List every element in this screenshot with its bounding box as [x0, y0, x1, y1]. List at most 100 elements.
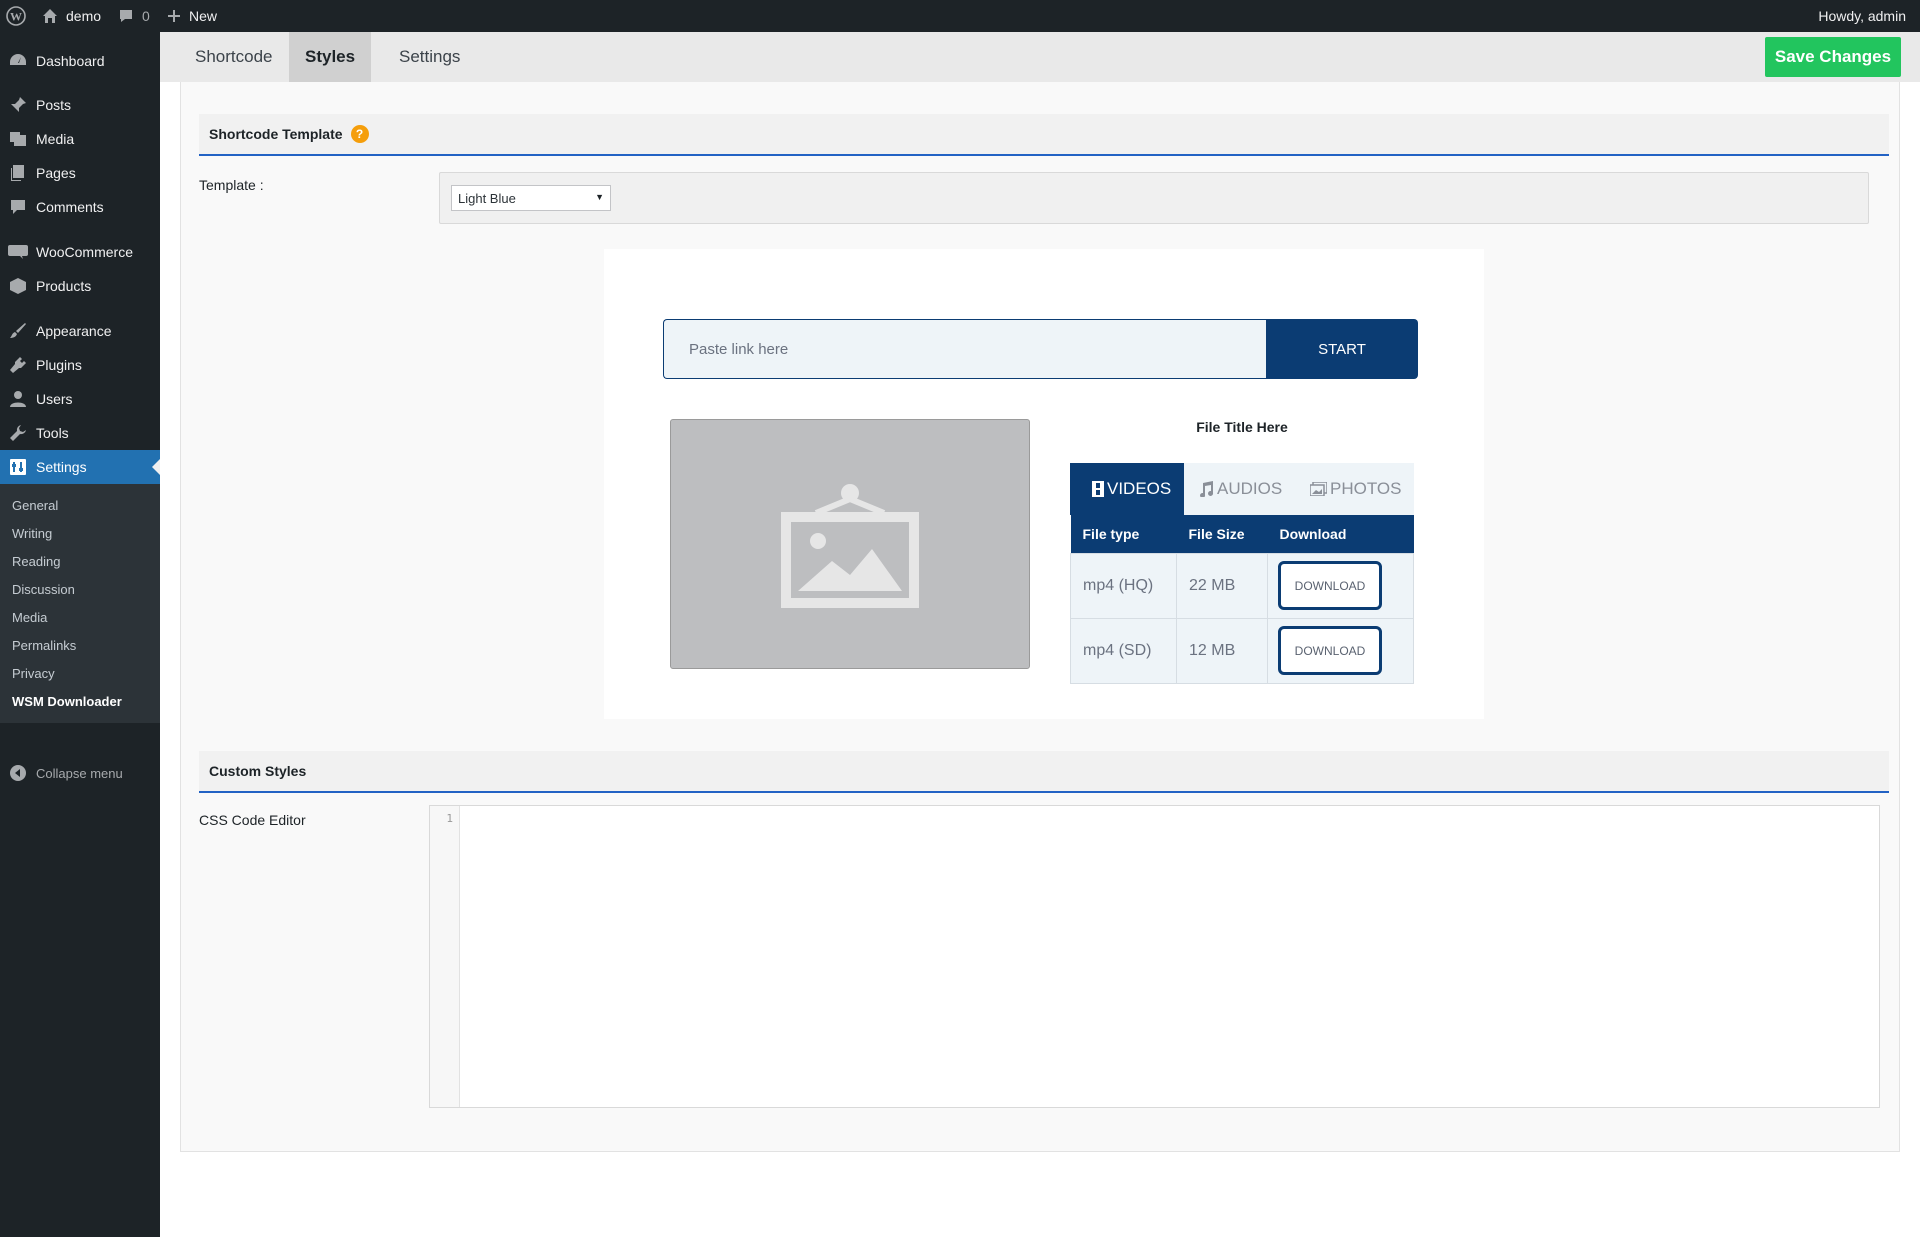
download-button[interactable]: DOWNLOAD — [1278, 561, 1382, 610]
admin-sidebar: Dashboard Posts Media Pages Comments Woo… — [0, 32, 160, 1237]
submenu-item-writing[interactable]: Writing — [0, 519, 160, 547]
photo-icon — [1310, 482, 1327, 496]
tab-videos[interactable]: VIDEOS — [1070, 463, 1184, 515]
css-editor-label: CSS Code Editor — [199, 812, 306, 828]
sidebar-item-pages[interactable]: Pages — [0, 156, 160, 190]
sidebar-item-label: Tools — [36, 425, 69, 441]
sidebar-item-dashboard[interactable]: Dashboard — [0, 44, 160, 78]
sidebar-item-media[interactable]: Media — [0, 122, 160, 156]
table-header-row: File type File Size Download — [1070, 515, 1414, 553]
file-type-cell: mp4 (SD) — [1070, 617, 1177, 684]
column-header-file-type: File type — [1070, 515, 1177, 553]
tab-audios[interactable]: AUDIOS — [1198, 463, 1282, 515]
comment-icon — [120, 10, 132, 22]
sidebar-item-plugins[interactable]: Plugins — [0, 348, 160, 382]
site-name: demo — [66, 8, 102, 24]
woo-icon — [0, 245, 36, 259]
section-title: Shortcode Template — [209, 126, 343, 142]
submenu-item-privacy[interactable]: Privacy — [0, 659, 160, 687]
film-icon — [1092, 481, 1104, 497]
submenu-item-general[interactable]: General — [0, 491, 160, 519]
account-menu[interactable]: Howdy, admin — [1818, 0, 1906, 32]
download-table: File type File Size Download mp4 (HQ) 22… — [1070, 515, 1414, 684]
plug-icon — [0, 356, 36, 374]
submenu-item-discussion[interactable]: Discussion — [0, 575, 160, 603]
column-header-file-size: File Size — [1176, 515, 1268, 553]
sidebar-item-label: Users — [36, 391, 73, 407]
comments-link[interactable]: 0 — [118, 0, 150, 32]
template-select-value: Light Blue — [458, 190, 516, 206]
section-title: Custom Styles — [209, 763, 307, 779]
admin-bar: W demo 0 New Howdy, admin — [0, 0, 1920, 32]
submenu-item-media[interactable]: Media — [0, 603, 160, 631]
sidebar-item-tools[interactable]: Tools — [0, 416, 160, 450]
column-header-download: Download — [1267, 515, 1414, 553]
submenu-item-wsm-downloader[interactable]: WSM Downloader — [0, 687, 160, 715]
settings-icon — [0, 459, 36, 475]
line-number-gutter: 1 — [430, 806, 460, 1107]
tab-styles[interactable]: Styles — [289, 32, 372, 82]
sidebar-item-settings[interactable]: Settings — [0, 450, 160, 484]
site-name-link[interactable]: demo — [42, 0, 101, 32]
user-icon — [0, 390, 36, 408]
download-button[interactable]: DOWNLOAD — [1278, 626, 1382, 675]
collapse-menu-button[interactable]: Collapse menu — [0, 756, 160, 790]
shortcode-template-heading: Shortcode Template ? — [199, 114, 1889, 156]
sidebar-item-users[interactable]: Users — [0, 382, 160, 416]
start-button[interactable]: START — [1266, 319, 1418, 379]
download-cell: DOWNLOAD — [1267, 552, 1414, 619]
paste-link-placeholder: Paste link here — [689, 340, 789, 358]
table-row: mp4 (HQ) 22 MB DOWNLOAD — [1070, 552, 1414, 619]
sidebar-item-label: Products — [36, 278, 92, 294]
tab-settings[interactable]: Settings — [383, 32, 476, 82]
new-label: New — [189, 8, 218, 24]
svg-text:W: W — [10, 10, 22, 24]
sidebar-item-label: Dashboard — [36, 53, 105, 69]
sidebar-item-products[interactable]: Products — [0, 269, 160, 303]
download-cell: DOWNLOAD — [1267, 617, 1414, 684]
tab-photos-label: PHOTOS — [1330, 479, 1402, 498]
sidebar-item-label: Pages — [36, 165, 76, 181]
line-number: 1 — [446, 812, 453, 825]
template-field-box: Light Blue ▼ — [439, 172, 1869, 224]
sidebar-item-label: WooCommerce — [36, 244, 133, 260]
sidebar-item-posts[interactable]: Posts — [0, 88, 160, 122]
chevron-down-icon: ▼ — [595, 192, 604, 202]
sidebar-item-label: Posts — [36, 97, 72, 113]
template-preview: Paste link here START File Title Here VI… — [604, 249, 1484, 719]
file-size-cell: 12 MB — [1176, 617, 1268, 684]
sidebar-item-appearance[interactable]: Appearance — [0, 314, 160, 348]
file-type-cell: mp4 (HQ) — [1070, 552, 1177, 619]
sidebar-item-label: Settings — [36, 459, 87, 475]
collapse-menu-label: Collapse menu — [36, 765, 123, 781]
template-select[interactable]: Light Blue ▼ — [451, 185, 611, 211]
pages-icon — [0, 164, 36, 182]
table-row: mp4 (SD) 12 MB DOWNLOAD — [1070, 617, 1414, 684]
new-content-link[interactable]: New — [167, 0, 217, 32]
comment-icon — [0, 198, 36, 216]
save-changes-button[interactable]: Save Changes — [1765, 37, 1901, 77]
tab-audios-label: AUDIOS — [1217, 479, 1283, 498]
tab-shortcode[interactable]: Shortcode — [179, 32, 289, 82]
brush-icon — [0, 322, 36, 340]
submenu-item-permalinks[interactable]: Permalinks — [0, 631, 160, 659]
css-code-editor[interactable]: 1 — [429, 805, 1880, 1108]
music-icon — [1200, 481, 1214, 497]
plus-icon — [168, 10, 180, 22]
tab-photos[interactable]: PHOTOS — [1310, 463, 1401, 515]
paste-link-input[interactable]: Paste link here — [663, 319, 1267, 379]
wrench-icon — [0, 424, 36, 442]
file-title: File Title Here — [1196, 419, 1288, 435]
pin-icon — [0, 96, 36, 114]
help-icon[interactable]: ? — [350, 125, 369, 143]
submenu-item-reading[interactable]: Reading — [0, 547, 160, 575]
comments-count: 0 — [142, 8, 150, 24]
sidebar-item-label: Comments — [36, 199, 104, 215]
home-icon — [43, 9, 57, 23]
collapse-arrow-icon — [0, 765, 36, 781]
media-type-tabs: VIDEOS AUDIOS PHOTOS — [1070, 463, 1414, 515]
wordpress-logo-icon[interactable]: W — [6, 0, 26, 32]
sidebar-item-comments[interactable]: Comments — [0, 190, 160, 224]
sidebar-item-woocommerce[interactable]: WooCommerce — [0, 235, 160, 269]
tab-videos-label: VIDEOS — [1107, 479, 1172, 498]
